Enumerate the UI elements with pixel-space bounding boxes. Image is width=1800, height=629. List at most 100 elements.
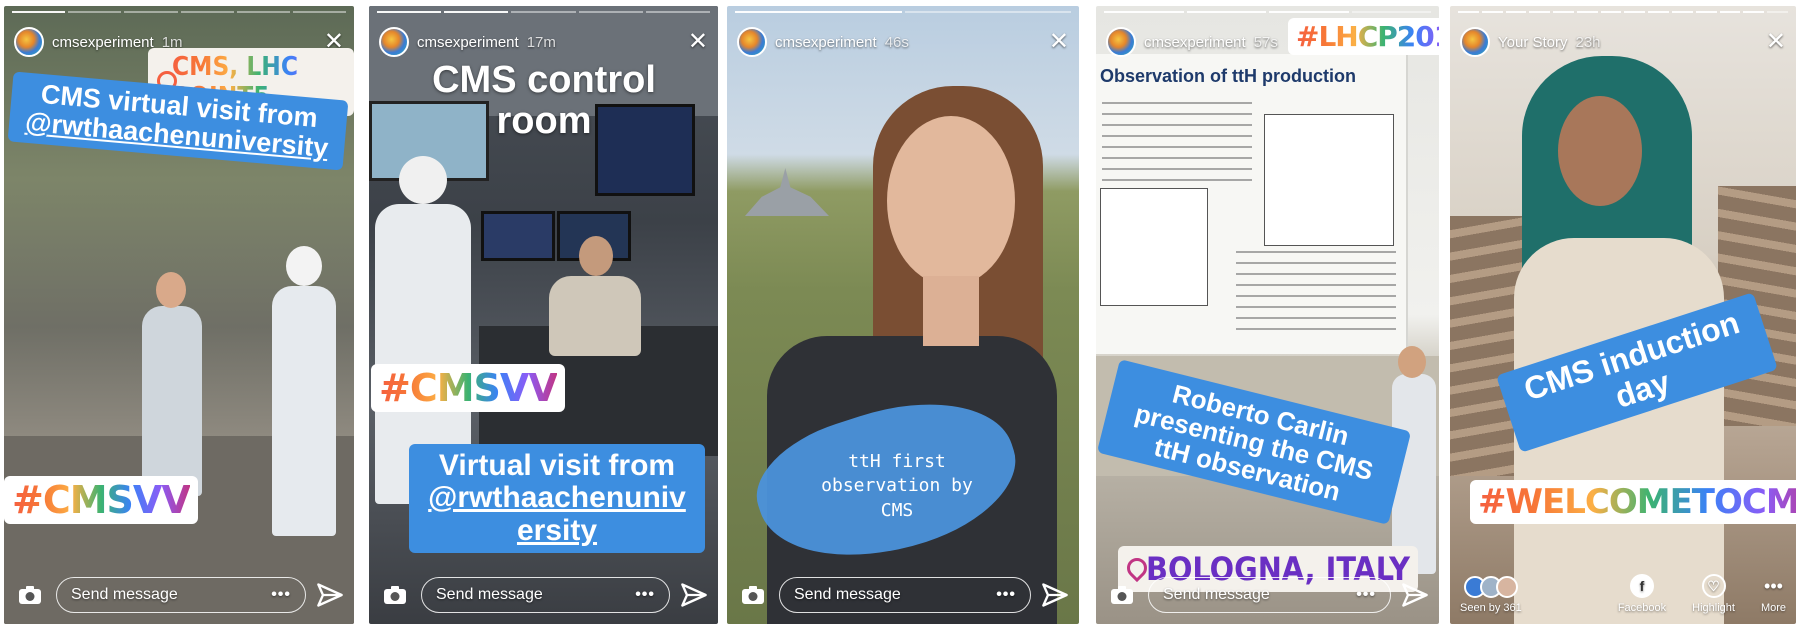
presenter-head [1398,346,1426,378]
slide-title: Observation of ttH production [1100,66,1356,86]
send-icon[interactable] [680,581,708,609]
message-placeholder: Send message [71,586,178,603]
seen-by[interactable]: Seen by 361 [1460,576,1522,614]
slide-text-lines [1236,251,1396,331]
close-icon[interactable]: ✕ [1766,30,1786,54]
person-left-head [156,272,186,308]
progress-segment [377,11,442,13]
send-icon[interactable] [1401,581,1429,609]
username[interactable]: Your Story [1498,34,1568,51]
username[interactable]: cmsexperiment [417,34,519,51]
progress-segment [578,11,643,13]
progress-segment [1767,11,1788,13]
person-neck [923,276,979,346]
message-placeholder: Send message [794,586,901,603]
progress-segment [12,11,66,13]
more-button[interactable]: ••• More [1761,574,1786,614]
story-panel-1[interactable]: cmsexperiment 1m ✕ CMS, LHC POINT5 CMS v… [4,6,354,624]
progress-segment [444,11,509,13]
hashtag-sticker[interactable]: #CMSVV [371,364,565,412]
slide-plot [1264,114,1394,246]
facebook-icon: f [1629,574,1654,598]
camera-icon[interactable] [737,579,769,611]
more-options-icon[interactable]: ••• [635,586,655,604]
slide-plot [1100,188,1208,306]
timestamp: 17m [526,33,556,51]
close-icon[interactable]: ✕ [688,30,708,54]
person-vest-head [399,156,447,204]
story-footer: Send message ••• [14,576,344,614]
hashtag-text: #LHCP2018 [1296,20,1439,53]
progress-segment [1553,11,1574,13]
story-footer: Send message ••• [737,576,1069,614]
username[interactable]: cmsexperiment [1144,34,1246,51]
progress-segment [236,11,290,13]
progress-segment [1648,11,1670,13]
send-icon[interactable] [316,581,344,609]
message-input[interactable]: Send message ••• [421,577,670,613]
progress-segment [1505,11,1527,13]
progress-segment [1186,11,1266,13]
viewer-avatar [1495,576,1518,598]
story-owner-footer: Seen by 361 f Facebook ♡ Highlight ••• M… [1460,564,1786,614]
progress-segment [1529,11,1551,13]
camera-icon[interactable] [14,579,46,611]
more-options-icon[interactable]: ••• [996,586,1016,604]
highlight-label: Highlight [1692,602,1735,614]
send-icon[interactable] [1041,581,1069,609]
progress-segment [124,11,178,13]
progress-segment [1104,11,1184,13]
story-progress [1104,11,1431,13]
story-panel-4[interactable]: Observation of ttH production cmsexperim… [1096,6,1439,624]
close-icon[interactable]: ✕ [1049,30,1069,54]
progress-segment [1743,11,1765,13]
hashtag-sticker[interactable]: #WELCOMETOCMS [1470,480,1796,524]
progress-segment [735,11,902,13]
monitor-screen [481,211,555,261]
more-dots-icon: ••• [1764,576,1783,596]
camera-icon[interactable] [379,579,411,611]
progress-segment [292,11,347,13]
facebook-share-button[interactable]: f Facebook [1618,574,1666,614]
person-left [142,306,202,496]
person-face [887,116,1015,286]
story-header: cmsexperiment 46s ✕ [737,24,1069,60]
message-input[interactable]: Send message ••• [56,577,306,613]
caption-sticker: Virtual visit from @rwthaachenuniv ersit… [409,444,705,554]
more-options-icon[interactable]: ••• [1356,586,1376,604]
story-progress [12,11,347,13]
person-right-head [286,246,322,286]
mention-link[interactable]: @rwthaachenuniv ersity [421,482,693,547]
hashtag-text: #WELCOMETOCMS [1478,482,1796,522]
camera-icon[interactable] [1106,579,1138,611]
story-panel-2[interactable]: cmsexperiment 17m ✕ CMS control room #CM… [369,6,718,624]
person-seated [549,276,641,356]
hashtag-sticker[interactable]: #CMSVV [4,476,198,524]
progress-segment [68,11,122,13]
avatar[interactable] [379,27,409,57]
timestamp: 23h [1575,33,1601,51]
story-panel-3[interactable]: cmsexperiment 46s ✕ ttH first observatio… [727,6,1079,624]
story-progress [377,11,711,13]
person-face [1558,96,1642,206]
avatar[interactable] [737,27,767,57]
hashtag-text: #CMSVV [379,366,558,410]
progress-segment [1695,11,1717,13]
highlight-heart-icon: ♡ [1701,574,1726,598]
message-input[interactable]: Send message ••• [779,577,1031,613]
avatar[interactable] [1460,27,1490,57]
caption-text: Virtual visit from [438,449,676,482]
progress-segment [180,11,234,13]
hashtag-sticker[interactable]: #LHCP2018 [1288,18,1439,55]
avatar[interactable] [14,27,44,57]
avatar[interactable] [1106,27,1136,57]
story-panel-5[interactable]: Your Story 23h ✕ CMS induction day #WELC… [1450,6,1796,624]
more-options-icon[interactable]: ••• [271,586,291,604]
highlight-button[interactable]: ♡ Highlight [1692,574,1735,614]
caption-text: ttH first observation by CMS [821,451,973,521]
message-input[interactable]: Send message ••• [1148,577,1391,613]
timestamp: 57s [1253,33,1278,51]
username[interactable]: cmsexperiment [52,34,154,51]
story-footer: Send message ••• [379,576,708,614]
username[interactable]: cmsexperiment [775,34,877,51]
